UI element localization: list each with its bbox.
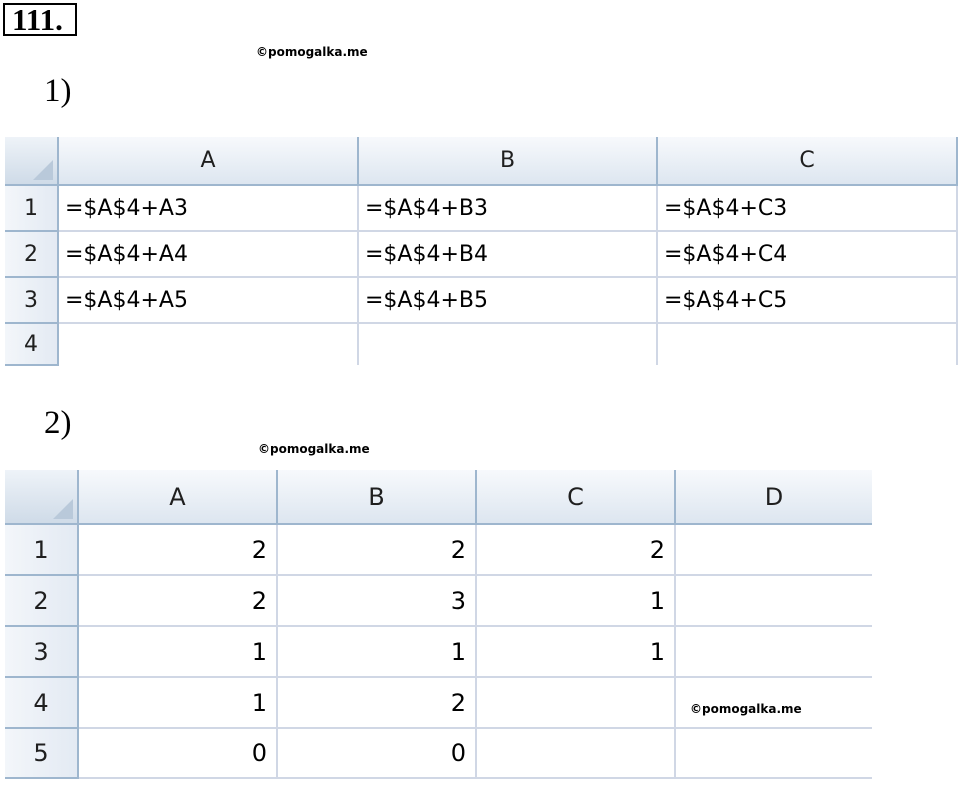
cell-a3[interactable]: 1: [78, 626, 278, 678]
table-row: 1 2 2 2: [5, 524, 872, 576]
table-row: 2 =$A$4+A4 =$A$4+B4 =$A$4+C4: [5, 231, 958, 278]
cell-b4[interactable]: [358, 323, 658, 365]
column-header-a[interactable]: A: [58, 137, 359, 186]
row-header-2[interactable]: 2: [5, 575, 79, 627]
column-header-a[interactable]: A: [78, 470, 278, 525]
cell-c4[interactable]: [657, 323, 958, 365]
column-header-c[interactable]: C: [657, 137, 958, 186]
cell-d3[interactable]: [675, 626, 872, 678]
cell-b1[interactable]: =$A$4+B3: [358, 185, 658, 232]
cell-c5[interactable]: [476, 728, 676, 779]
cell-a4[interactable]: 1: [78, 677, 278, 729]
select-all-corner[interactable]: [5, 470, 79, 525]
cell-a1[interactable]: 2: [78, 524, 278, 576]
problem-number: 111.: [3, 3, 77, 36]
column-header-row: A B C: [5, 137, 958, 186]
cell-a3[interactable]: =$A$4+A5: [58, 277, 359, 324]
row-header-1[interactable]: 1: [5, 185, 59, 232]
cell-b2[interactable]: =$A$4+B4: [358, 231, 658, 278]
cell-a2[interactable]: =$A$4+A4: [58, 231, 359, 278]
cell-d5[interactable]: [675, 728, 872, 779]
row-header-3[interactable]: 3: [5, 626, 79, 678]
cell-d2[interactable]: [675, 575, 872, 627]
table-row: 4: [5, 323, 958, 366]
select-all-corner[interactable]: [5, 137, 59, 186]
cell-b4[interactable]: 2: [277, 677, 477, 729]
table-row: 1 =$A$4+A3 =$A$4+B3 =$A$4+C3: [5, 185, 958, 232]
column-header-row: A B C D: [5, 470, 872, 525]
select-all-triangle-icon: [53, 499, 73, 519]
cell-c4[interactable]: [476, 677, 676, 729]
select-all-triangle-icon: [33, 160, 53, 180]
cell-b3[interactable]: =$A$4+B5: [358, 277, 658, 324]
column-header-b[interactable]: B: [358, 137, 658, 186]
part-2-label: 2): [44, 405, 72, 441]
cell-a1[interactable]: =$A$4+A3: [58, 185, 359, 232]
column-header-d[interactable]: D: [675, 470, 872, 525]
cell-a5[interactable]: 0: [78, 728, 278, 779]
watermark-middle: ©pomogalka.me: [258, 442, 370, 456]
part-1-label: 1): [44, 73, 72, 109]
watermark-top: ©pomogalka.me: [256, 45, 368, 59]
column-header-b[interactable]: B: [277, 470, 477, 525]
row-header-1[interactable]: 1: [5, 524, 79, 576]
cell-b2[interactable]: 3: [277, 575, 477, 627]
cell-c1[interactable]: 2: [476, 524, 676, 576]
row-header-3[interactable]: 3: [5, 277, 59, 324]
cell-a4[interactable]: [58, 323, 359, 365]
table-row: 2 2 3 1: [5, 575, 872, 627]
cell-c2[interactable]: 1: [476, 575, 676, 627]
column-header-c[interactable]: C: [476, 470, 676, 525]
cell-b5[interactable]: 0: [277, 728, 477, 779]
cell-b3[interactable]: 1: [277, 626, 477, 678]
spreadsheet-formulas: A B C 1 =$A$4+A3 =$A$4+B3 =$A$4+C3 2 =$A…: [5, 137, 958, 366]
table-row: 3 =$A$4+A5 =$A$4+B5 =$A$4+C5: [5, 277, 958, 324]
cell-c1[interactable]: =$A$4+C3: [657, 185, 958, 232]
watermark-bottom: ©pomogalka.me: [690, 702, 802, 716]
spreadsheet-values: A B C D 1 2 2 2 2 2 3 1 3 1 1 1 4 1 2 5 …: [5, 470, 872, 779]
row-header-5[interactable]: 5: [5, 728, 79, 779]
row-header-2[interactable]: 2: [5, 231, 59, 278]
cell-c2[interactable]: =$A$4+C4: [657, 231, 958, 278]
table-row: 5 0 0: [5, 728, 872, 779]
cell-c3[interactable]: 1: [476, 626, 676, 678]
row-header-4[interactable]: 4: [5, 677, 79, 729]
cell-b1[interactable]: 2: [277, 524, 477, 576]
cell-a2[interactable]: 2: [78, 575, 278, 627]
table-row: 3 1 1 1: [5, 626, 872, 678]
row-header-4[interactable]: 4: [5, 323, 59, 366]
cell-c3[interactable]: =$A$4+C5: [657, 277, 958, 324]
cell-d1[interactable]: [675, 524, 872, 576]
